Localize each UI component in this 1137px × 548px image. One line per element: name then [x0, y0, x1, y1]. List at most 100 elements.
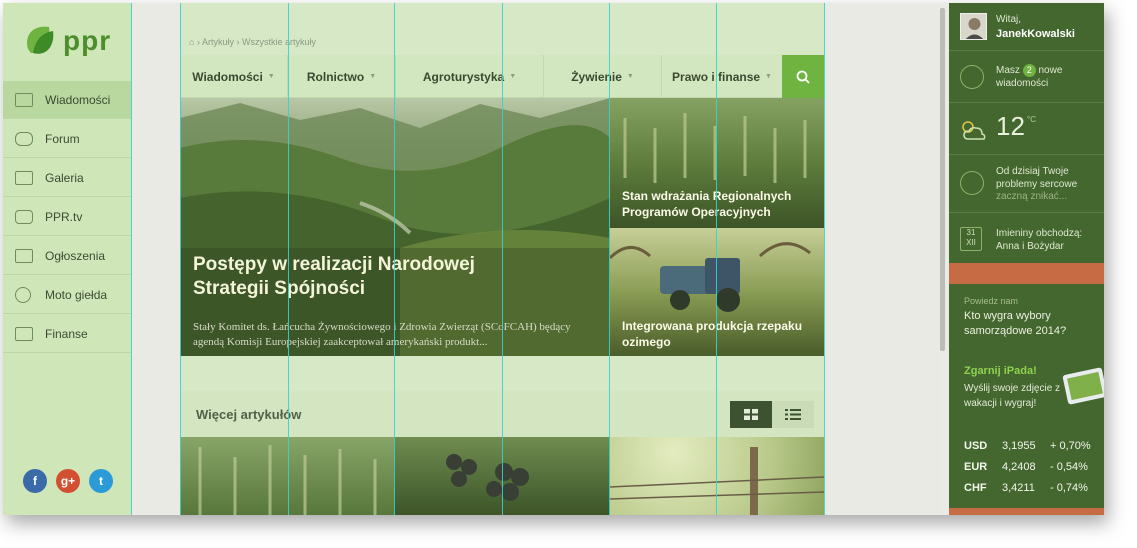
currency-rate: 4,2408: [1002, 461, 1036, 473]
facebook-icon[interactable]: f: [23, 469, 47, 493]
chat-bubbles-icon: [15, 132, 33, 146]
grid-view-button[interactable]: [730, 401, 772, 428]
hero-description: Stały Komitet ds. Łańcucha Żywnościowego…: [193, 321, 571, 348]
poll-question[interactable]: Kto wygra wybory samorządowe 2014?: [964, 309, 1099, 339]
tab-zywienie[interactable]: Żywienie ▼: [544, 55, 662, 98]
calendar-month: XII: [966, 238, 976, 247]
currency-code: USD: [964, 440, 988, 452]
breadcrumb-separator: ›: [196, 37, 200, 47]
tablet-icon: [1062, 367, 1104, 405]
zodiac-icon: [960, 171, 984, 195]
article-thumbnail-wheat[interactable]: [180, 437, 394, 515]
tab-agroturystyka[interactable]: Agroturystyka ▼: [396, 55, 544, 98]
currency-change: - 0,74%: [1050, 482, 1088, 494]
promo-title[interactable]: Zgarnij iPada!: [964, 365, 1037, 377]
newspaper-icon: [15, 93, 33, 107]
messages-text: Masz 2 nowe wiadomości: [996, 64, 1096, 90]
twitter-icon[interactable]: t: [89, 469, 113, 493]
breadcrumb-item[interactable]: Wszystkie artykuły: [242, 37, 316, 47]
chevron-down-icon: ▼: [626, 73, 634, 80]
side-article-title[interactable]: Stan wdrażania Regionalnych Programów Op…: [622, 188, 824, 220]
currency-rate: 3,4211: [1002, 482, 1035, 494]
ipad-image[interactable]: [1061, 365, 1104, 409]
side-article-card[interactable]: Stan wdrażania Regionalnych Programów Op…: [610, 98, 824, 228]
play-icon: [15, 210, 33, 224]
side-article-card[interactable]: Integrowana produkcja rzepaku ozimego: [610, 228, 824, 356]
currency-code: CHF: [964, 482, 987, 494]
layout-guide-line: [131, 3, 132, 515]
googleplus-icon[interactable]: g+: [56, 469, 80, 493]
layout-guide-line: [609, 3, 610, 515]
chevron-down-icon: ▼: [369, 73, 377, 80]
horoscope-more[interactable]: zaczną znikać...: [996, 191, 1067, 202]
nameday-widget: 31 XII Imieniny obchodzą: Anna i Bożydar: [949, 213, 1104, 263]
layout-guide-line: [502, 3, 503, 515]
breadcrumb-item[interactable]: Artykuły: [202, 37, 234, 47]
calendar-icon: 31 XII: [960, 227, 982, 251]
sidebar-item-forum[interactable]: Forum: [3, 120, 131, 158]
scrollbar[interactable]: [940, 8, 945, 351]
chevron-down-icon: ▼: [509, 73, 517, 80]
tab-rolnictwo[interactable]: Rolnictwo ▼: [288, 55, 396, 98]
chevron-down-icon: ▼: [267, 73, 275, 80]
sidebar-item-finanse[interactable]: Finanse: [3, 315, 131, 353]
nameday-names: Anna i Bożydar: [996, 241, 1064, 252]
side-article-title[interactable]: Integrowana produkcja rzepaku ozimego: [622, 318, 824, 350]
poll-label: Powiedz nam: [964, 296, 1019, 306]
tab-label: Żywienie: [571, 69, 622, 84]
sidebar-item-galeria[interactable]: Galeria: [3, 159, 131, 197]
search-icon: [796, 70, 810, 84]
sidebar-item-pprtv[interactable]: PPR.tv: [3, 198, 131, 236]
layout-guide-line: [394, 3, 395, 515]
hero-title[interactable]: Postępy w realizacji Narodowej Strategii…: [193, 253, 513, 301]
article-thumbnail-fence[interactable]: [610, 437, 824, 515]
messages-count-badge: 2: [1022, 64, 1036, 77]
weather-widget[interactable]: 12 °C: [949, 103, 1104, 155]
social-links: f g+ t: [23, 469, 113, 493]
tab-label: Wiadomości: [192, 69, 263, 84]
currency-change: - 0,54%: [1050, 461, 1088, 473]
search-button[interactable]: [782, 55, 824, 98]
layout-guide-line: [288, 3, 289, 515]
tab-label: Rolnictwo: [306, 69, 365, 84]
grid-view-icon: [744, 409, 758, 420]
list-view-icon: [785, 409, 801, 420]
sidebar-item-moto-gielda[interactable]: Moto giełda: [3, 276, 131, 314]
sidebar-item-label: Galeria: [45, 170, 84, 185]
sidebar-item-label: PPR.tv: [45, 209, 83, 224]
weather-unit: °C: [1027, 115, 1036, 124]
logo[interactable]: ppr: [23, 23, 111, 59]
sidebar-item-ogloszenia[interactable]: Ogłoszenia: [3, 237, 131, 275]
messages-widget[interactable]: Masz 2 nowe wiadomości: [949, 51, 1104, 103]
nameday-label: Imieniny obchodzą:: [996, 228, 1083, 239]
sidebar-item-wiadomosci[interactable]: Wiadomości: [3, 81, 131, 119]
messages-prefix: Masz: [996, 65, 1020, 76]
sidebar-item-label: Ogłoszenia: [45, 248, 106, 263]
layout-guide-line: [716, 3, 717, 515]
orange-divider: [949, 508, 1104, 515]
orange-divider: [949, 263, 1104, 284]
wheel-icon: [15, 287, 31, 303]
hero-landscape-image: [180, 98, 610, 356]
breadcrumb-separator: ›: [236, 37, 240, 47]
sidebar: ppr Wiadomości Forum Galeria PPR.tv Ogło…: [3, 3, 131, 515]
list-view-button[interactable]: [772, 401, 814, 428]
classifieds-icon: [15, 249, 33, 263]
username-link[interactable]: JanekKowalski: [996, 28, 1075, 40]
hero-article[interactable]: Postępy w realizacji Narodowej Strategii…: [180, 98, 610, 356]
tab-wiadomosci[interactable]: Wiadomości ▼: [180, 55, 288, 98]
currency-change: + 0,70%: [1050, 440, 1091, 452]
layout-guide-line: [824, 3, 825, 515]
tab-prawo-i-finanse[interactable]: Prawo i finanse ▼: [662, 55, 782, 98]
more-articles-title: Więcej artykułów: [196, 407, 302, 422]
chevron-down-icon: ▼: [765, 73, 772, 80]
chat-icon: [960, 65, 984, 89]
layout-guide-line: [180, 3, 181, 515]
fence-image: [610, 447, 824, 515]
greeting-text: Witaj,: [996, 14, 1021, 25]
tab-label: Agroturystyka: [422, 69, 505, 84]
home-icon[interactable]: ⌂: [189, 37, 194, 47]
horoscope-widget[interactable]: Od dzisiaj Twoje problemy sercowe zaczną…: [949, 155, 1104, 213]
gallery-icon: [15, 171, 33, 185]
avatar[interactable]: [960, 13, 987, 40]
